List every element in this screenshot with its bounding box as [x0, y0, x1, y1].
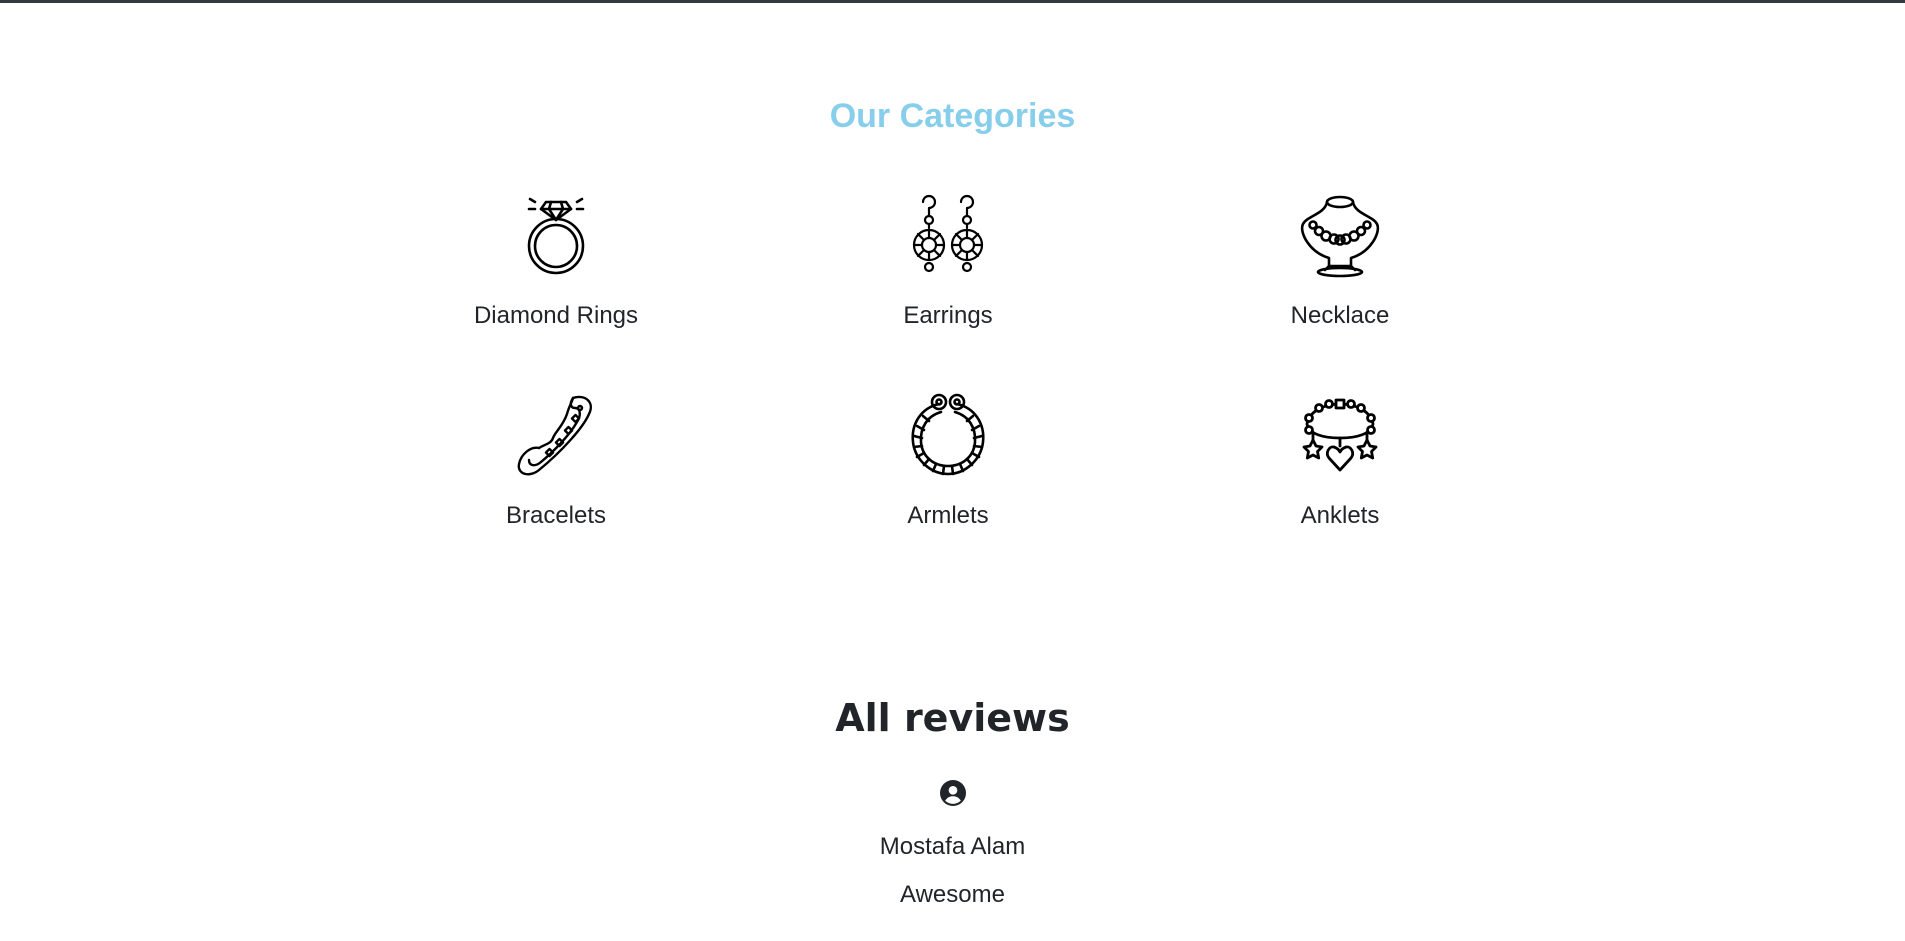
earrings-icon [903, 190, 993, 280]
category-armlets[interactable]: Armlets [752, 390, 1144, 590]
category-diamond-rings[interactable]: Diamond Rings [360, 190, 752, 390]
anklet-icon [1295, 390, 1385, 480]
category-label: Bracelets [505, 502, 607, 529]
top-border [0, 0, 1905, 3]
review-text: Awesome [900, 881, 1005, 908]
review-item: Mostafa Alam Awesome [0, 780, 1905, 909]
reviews-title: All reviews [835, 696, 1070, 740]
necklace-icon [1295, 190, 1385, 280]
bracelet-icon [511, 390, 601, 480]
category-label: Anklets [1300, 502, 1380, 529]
category-anklets[interactable]: Anklets [1144, 390, 1536, 590]
category-label: Necklace [1290, 302, 1390, 329]
category-label: Earrings [903, 302, 993, 329]
category-bracelets[interactable]: Bracelets [360, 390, 752, 590]
category-label: Diamond Rings [473, 302, 639, 329]
diamond-ring-icon [511, 190, 601, 280]
category-earrings[interactable]: Earrings [752, 190, 1144, 390]
category-necklace[interactable]: Necklace [1144, 190, 1536, 390]
reviewer-name: Mostafa Alam [879, 833, 1026, 860]
user-circle-icon [939, 780, 966, 811]
armlet-icon [903, 390, 993, 480]
categories-grid: Diamond Rings Earrings Necklace Bracelet… [360, 190, 1543, 590]
page: Our Categories Diamond Rings Earrings Ne… [0, 0, 1905, 941]
category-label: Armlets [907, 502, 989, 529]
categories-title: Our Categories [829, 97, 1076, 135]
